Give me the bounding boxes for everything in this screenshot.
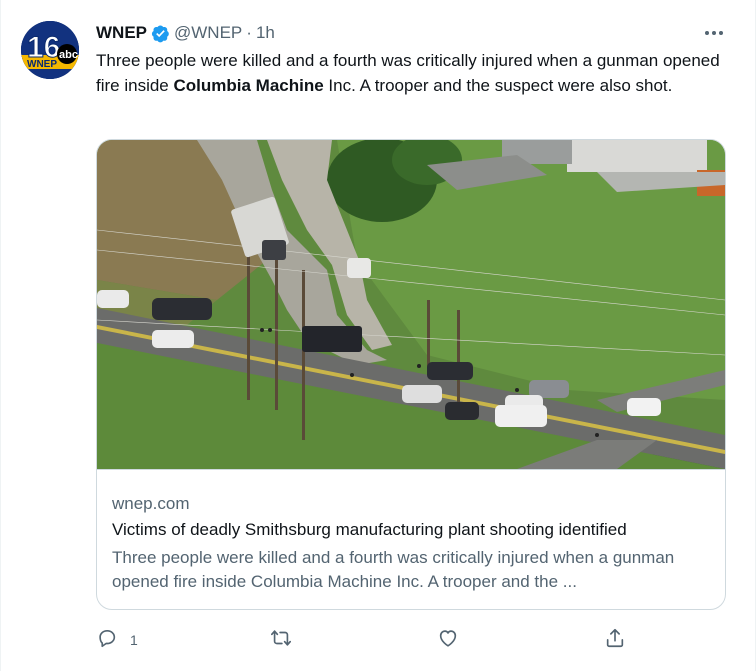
tweet[interactable]: 16 abc WNEP WNEP @WNEP · 1h Three people… xyxy=(1,0,747,671)
tweet-text-part2: Inc. A trooper and the suspect were also… xyxy=(323,76,673,95)
timeline-frame: 16 abc WNEP WNEP @WNEP · 1h Three people… xyxy=(0,0,756,671)
separator-dot: · xyxy=(246,23,252,42)
tweet-header: WNEP @WNEP · 1h xyxy=(96,22,275,44)
avatar-network: abc xyxy=(59,49,78,61)
card-title: Victims of deadly Smithsburg manufacturi… xyxy=(112,520,627,539)
avatar-callsign: WNEP xyxy=(27,59,57,70)
verified-badge-icon xyxy=(151,24,170,43)
tweet-text-mention: Columbia Machine xyxy=(173,76,324,95)
card-description: Three people were killed and a fourth wa… xyxy=(112,548,675,591)
aerial-scene-image xyxy=(97,140,725,469)
retweet-icon xyxy=(270,627,292,654)
more-options-icon[interactable] xyxy=(699,22,729,44)
handle[interactable]: @WNEP xyxy=(174,22,242,44)
card-image[interactable] xyxy=(97,140,725,470)
like-icon xyxy=(437,627,459,654)
link-card[interactable]: wnep.com Victims of deadly Smithsburg ma… xyxy=(96,139,726,610)
card-domain: wnep.com xyxy=(112,494,190,513)
action-bar: 1 xyxy=(96,626,736,654)
wnep-logo: 16 abc WNEP xyxy=(21,21,79,79)
display-name[interactable]: WNEP xyxy=(96,22,147,44)
timestamp[interactable]: 1h xyxy=(256,22,275,44)
reply-count: 1 xyxy=(130,632,138,648)
avatar[interactable]: 16 abc WNEP xyxy=(21,21,79,79)
tweet-text: Three people were killed and a fourth wa… xyxy=(96,48,736,98)
like-button[interactable] xyxy=(437,626,471,654)
reply-icon xyxy=(96,627,118,654)
share-button[interactable] xyxy=(604,626,626,654)
reply-button[interactable]: 1 xyxy=(96,626,138,654)
retweet-button[interactable] xyxy=(270,626,304,654)
share-icon xyxy=(604,627,626,654)
